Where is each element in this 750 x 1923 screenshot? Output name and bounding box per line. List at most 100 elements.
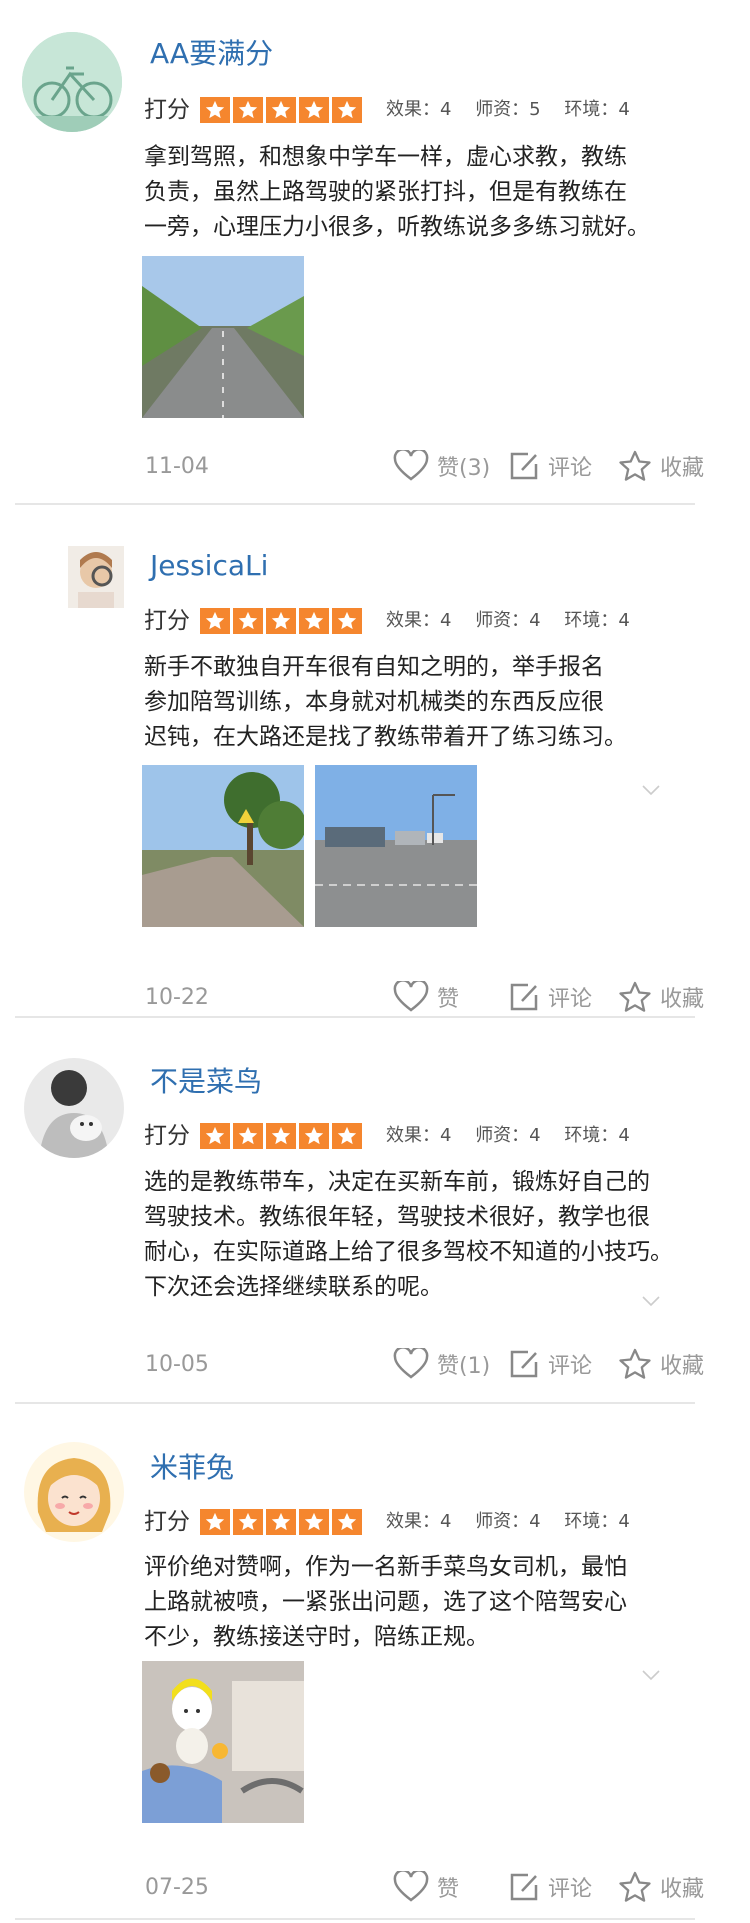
review-text: 评价绝对赞啊，作为一名新手菜鸟女司机，最怕 上路就被喷，一紧张出问题，选了这个陪… [144,1550,704,1655]
comment-label: 评论 [548,456,593,481]
rating-label: 打分 [144,1509,190,1535]
favorite-button[interactable]: 收藏 [618,1869,704,1905]
divider [15,503,695,505]
comment-button[interactable]: 评论 [508,1869,592,1905]
like-button[interactable]: 赞 [393,979,459,1015]
favorite-label: 收藏 [660,1877,705,1902]
expand-chevron[interactable] [641,1294,661,1308]
review-text-line: 参加陪驾训练，本身就对机械类的东西反应很 [144,689,604,715]
sub-scores: 效果：4 师资：4 环境：4 [386,1507,648,1537]
favorite-button[interactable]: 收藏 [618,979,704,1015]
review-date: 10-22 [145,985,209,1010]
review-text-line: 迟钝，在大路还是找了教练带着开了练习练习。 [144,724,627,750]
comment-button[interactable]: 评论 [508,979,592,1015]
score-environment: 环境：4 [564,99,630,120]
review-text: 拿到驾照，和想象中学车一样，虚心求教，教练 负责，虽然上路驾驶的紧张打抖，但是有… [144,140,704,245]
comment-label: 评论 [548,1877,593,1902]
star-icon [332,1509,362,1535]
score-teacher: 师资：4 [475,610,541,631]
review-text-line: 一旁，心理压力小很多，听教练说多多练习就好。 [144,214,650,240]
star-icon [200,1123,230,1149]
like-button[interactable]: 赞(3) [393,448,490,484]
heart-icon [393,1871,429,1902]
star-icon [332,1123,362,1149]
avatar[interactable] [22,32,122,132]
like-button[interactable]: 赞(1) [393,1346,490,1382]
score-effect: 效果：4 [386,99,452,120]
like-label: 赞 [437,987,460,1012]
star-outline-icon [619,450,651,481]
like-button[interactable]: 赞 [393,1869,459,1905]
star-icon [200,97,230,123]
score-effect: 效果：4 [386,1511,452,1532]
divider [15,1016,695,1018]
tree-road-photo-image [142,765,304,927]
heart-icon [393,1348,429,1379]
avatar[interactable] [24,1058,124,1158]
review-photo[interactable] [142,765,304,927]
comment-button[interactable]: 评论 [508,448,592,484]
review-text-line: 上路就被喷，一紧张出问题，选了这个陪驾安心 [144,1589,627,1615]
cartoon-driver-photo-image [142,1661,304,1823]
star-rating [200,97,362,123]
chevron-down-icon [642,785,660,796]
score-teacher: 师资：4 [475,1125,541,1146]
avatar[interactable] [24,1442,124,1542]
star-icon [332,97,362,123]
edit-icon [510,1350,538,1378]
rating-label: 打分 [144,97,190,123]
avatar[interactable] [68,546,124,608]
favorite-button[interactable]: 收藏 [618,448,704,484]
divider [15,1402,695,1404]
star-icon [266,97,296,123]
favorite-button[interactable]: 收藏 [618,1346,704,1382]
sub-scores: 效果：4 师资：5 环境：4 [386,95,648,125]
like-label: 赞 [437,1877,460,1902]
comment-label: 评论 [548,987,593,1012]
edit-icon [510,452,538,480]
favorite-label: 收藏 [660,1354,705,1379]
username[interactable]: 不是菜鸟 [150,1065,262,1099]
score-effect: 效果：4 [386,610,452,631]
favorite-label: 收藏 [660,456,705,481]
star-icon [266,1123,296,1149]
review-photo[interactable] [142,256,304,418]
username[interactable]: JessicaLi [150,549,268,583]
comment-label: 评论 [548,1354,593,1379]
score-teacher: 师资：4 [475,1511,541,1532]
username[interactable]: 米菲兔 [150,1451,234,1485]
divider [15,1918,695,1920]
cartoon-girl-avatar-image [24,1442,124,1542]
star-outline-icon [619,1348,651,1379]
edit-icon [510,1873,538,1901]
heart-icon [393,450,429,481]
road-photo-image [142,256,304,418]
star-icon [332,608,362,634]
review-date: 11-04 [145,454,209,479]
expand-chevron[interactable] [641,783,661,797]
favorite-label: 收藏 [660,987,705,1012]
star-icon [233,608,263,634]
bicycle-avatar-image [22,32,122,132]
review-text-line: 不少，教练接送守时，陪练正规。 [144,1624,489,1650]
score-environment: 环境：4 [564,610,630,631]
review-photo[interactable] [142,1661,304,1823]
person-avatar-image [68,546,124,608]
score-teacher: 师资：5 [475,99,541,120]
like-label: 赞(3) [437,456,491,481]
score-environment: 环境：4 [564,1511,630,1532]
review-text-line: 评价绝对赞啊，作为一名新手菜鸟女司机，最怕 [144,1554,627,1580]
star-icon [266,608,296,634]
review-text-line: 选的是教练带车，决定在买新车前，锻炼好自己的 [144,1169,650,1195]
comment-button[interactable]: 评论 [508,1346,592,1382]
sub-scores: 效果：4 师资：4 环境：4 [386,1121,648,1151]
rating-label: 打分 [144,608,190,634]
review-text-line: 负责，虽然上路驾驶的紧张打抖，但是有教练在 [144,179,627,205]
star-rating [200,1123,362,1149]
star-outline-icon [619,1871,651,1902]
review-photo[interactable] [315,765,477,927]
username[interactable]: AA要满分 [150,37,273,71]
expand-chevron[interactable] [641,1668,661,1682]
star-rating [200,1509,362,1535]
review-date: 10-05 [145,1352,209,1377]
